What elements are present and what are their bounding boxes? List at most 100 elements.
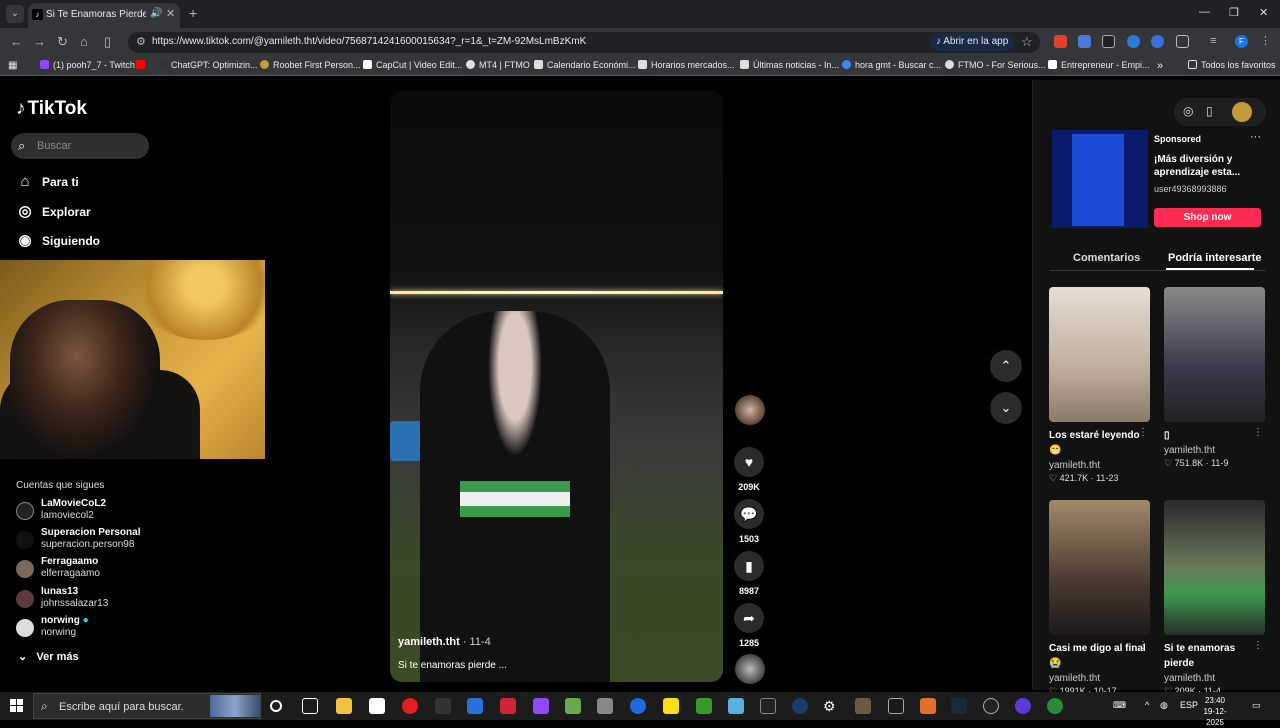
suggested-video-card[interactable]: Casi me digo al final 😭 yamileth.tht ♡ 1…: [1049, 500, 1150, 697]
close-tab-icon[interactable]: ✕: [166, 7, 175, 20]
see-more-button[interactable]: ⌄ Ver más: [18, 650, 79, 663]
suggested-video-card[interactable]: Los estaré leyendo 😁 yamileth.tht ♡ 421.…: [1049, 287, 1150, 484]
back-icon[interactable]: ←: [10, 34, 23, 49]
tab-comments[interactable]: Comentarios: [1073, 252, 1140, 264]
ad-title[interactable]: ¡Más diversión y aprendizaje esta...: [1154, 153, 1254, 179]
bookmark-star-icon[interactable]: ☆: [1021, 34, 1033, 50]
app-icon[interactable]: [855, 698, 871, 714]
bookmark-item[interactable]: Últimas noticias - In...: [740, 60, 839, 70]
clock[interactable]: 23:40 19-12-2025: [1195, 695, 1235, 728]
twitch-icon[interactable]: [533, 698, 549, 714]
previous-video-button[interactable]: ⌃: [990, 350, 1022, 382]
tiktok-app-icon[interactable]: [888, 698, 904, 714]
profile-avatar[interactable]: [1232, 102, 1252, 122]
extension-icon-4[interactable]: [1127, 35, 1140, 48]
card-menu-icon[interactable]: ⋮: [1253, 640, 1263, 651]
app-icon[interactable]: [597, 698, 613, 714]
app-icon[interactable]: [565, 698, 581, 714]
notepad-icon[interactable]: [369, 698, 385, 714]
reload-icon[interactable]: ↻: [57, 34, 68, 50]
suggested-video-card[interactable]: ▯ yamileth.tht ♡ 751.8K · 11-9 ⋮: [1164, 287, 1265, 469]
taskbar-search-input[interactable]: ⌕ Escribe aquí para buscar.: [33, 693, 261, 719]
steam-icon[interactable]: [951, 698, 967, 714]
nav-explorar[interactable]: ◎ Explorar: [16, 202, 90, 220]
capcut-icon[interactable]: [760, 698, 776, 714]
nav-siguiendo[interactable]: ◉ Siguiendo: [16, 231, 100, 249]
cortana-icon[interactable]: [270, 700, 282, 712]
app-icon[interactable]: [500, 698, 516, 714]
open-in-app-button[interactable]: ♪ Abrir en la app: [930, 33, 1014, 51]
window-close-icon[interactable]: ✕: [1259, 6, 1268, 19]
extension-icon-5[interactable]: [1151, 35, 1164, 48]
extension-icon-3[interactable]: [1102, 35, 1115, 48]
creator-avatar[interactable]: [735, 395, 765, 425]
more-bookmarks-icon[interactable]: »: [1157, 60, 1163, 72]
extensions-puzzle-icon[interactable]: [1176, 35, 1189, 48]
bookmark-item[interactable]: FTMO - For Serious...: [945, 60, 1046, 70]
bookmark-item[interactable]: [136, 60, 149, 70]
bookmark-item[interactable]: (1) pooh7_7 - Twitch: [40, 60, 135, 70]
phone-icon[interactable]: ▯: [1206, 104, 1213, 118]
opera-icon[interactable]: [402, 698, 418, 714]
app-icon[interactable]: [728, 698, 744, 714]
bookmark-item[interactable]: Entrepreneur - Empi...: [1048, 60, 1150, 70]
compass-icon[interactable]: ◎: [1183, 104, 1193, 118]
reading-list-icon[interactable]: ≡: [1210, 35, 1223, 48]
card-menu-icon[interactable]: ⋮: [1253, 427, 1263, 438]
video-author[interactable]: yamileth.tht · 11-4: [398, 636, 491, 648]
ad-more-icon[interactable]: ···: [1250, 131, 1261, 143]
zoom-icon[interactable]: [630, 698, 646, 714]
bookmark-item[interactable]: Calendario Económi...: [534, 60, 636, 70]
search-input[interactable]: ⌕ Buscar: [11, 133, 149, 159]
speaker-icon[interactable]: 🔊: [150, 8, 162, 19]
card-menu-icon[interactable]: ⋮: [1138, 427, 1148, 438]
split-view-icon[interactable]: ▯: [104, 34, 111, 50]
extension-icon-2[interactable]: [1078, 35, 1091, 48]
file-explorer-icon[interactable]: [336, 698, 352, 714]
app-icon[interactable]: [983, 698, 999, 714]
active-tab[interactable]: ♪ Si Te Enamoras Pierdes: Re 🔊 ✕: [28, 3, 180, 28]
menu-kebab-icon[interactable]: ⋮: [1260, 35, 1273, 48]
following-account[interactable]: lunas13 johnssalazar13: [16, 586, 146, 614]
task-view-icon[interactable]: [302, 698, 318, 714]
app-icon[interactable]: [1015, 698, 1031, 714]
windows-start-icon[interactable]: [10, 699, 24, 713]
following-account[interactable]: LaMovieCoL2 lamoviecol2: [16, 498, 146, 526]
next-video-button[interactable]: ⌄: [990, 392, 1022, 424]
app-icon[interactable]: [792, 698, 808, 714]
chrome-icon[interactable]: [1047, 698, 1063, 714]
tiktok-logo[interactable]: ♪ TikTok: [16, 98, 87, 120]
extension-icon-1[interactable]: [1054, 35, 1067, 48]
ad-user[interactable]: user49368993886: [1154, 184, 1227, 194]
save-action[interactable]: ▮ 8987: [734, 551, 764, 596]
video-description[interactable]: Si te enamoras pierde ...: [398, 660, 507, 671]
suggested-video-card[interactable]: Si te enamoras pierde yamileth.tht ♡ 209…: [1164, 500, 1265, 697]
tray-chevron-icon[interactable]: ^: [1145, 700, 1149, 710]
address-bar[interactable]: ⚙ https://www.tiktok.com/@yamileth.tht/v…: [128, 32, 1040, 53]
bookmark-item[interactable]: ChatGPT: Optimizin...: [158, 60, 258, 70]
nav-para-ti[interactable]: ⌂ Para ti: [16, 173, 78, 190]
forward-icon[interactable]: →: [33, 34, 46, 49]
minecraft-icon[interactable]: [696, 698, 712, 714]
video-player[interactable]: [390, 91, 723, 682]
network-icon[interactable]: ◍: [1160, 700, 1168, 711]
bookmark-item[interactable]: hora gmt - Buscar c...: [842, 60, 941, 70]
shop-now-button[interactable]: Shop now: [1154, 208, 1261, 227]
keyboard-tray-icon[interactable]: ⌨: [1113, 700, 1126, 711]
following-account[interactable]: norwing ● norwing: [16, 615, 146, 643]
settings-gear-icon[interactable]: ⚙: [823, 698, 839, 714]
copilot-icon[interactable]: [467, 698, 483, 714]
notifications-icon[interactable]: ▭: [1252, 700, 1261, 711]
tab-suggested[interactable]: Podría interesarte: [1168, 252, 1262, 264]
restore-icon[interactable]: ❐: [1229, 6, 1239, 19]
music-disc-icon[interactable]: [735, 654, 765, 684]
bookmark-item[interactable]: Roobet First Person...: [260, 60, 361, 70]
like-action[interactable]: ♥ 209K: [734, 447, 764, 492]
share-action[interactable]: ➦ 1285: [734, 603, 764, 648]
bookmark-item[interactable]: Horarios mercados...: [638, 60, 735, 70]
profile-avatar-icon[interactable]: F: [1235, 35, 1248, 48]
apps-grid-icon[interactable]: ▦: [8, 60, 17, 71]
following-account[interactable]: Ferragaamo elferragaamo: [16, 556, 146, 584]
home-icon[interactable]: ⌂: [80, 34, 88, 49]
tab-search-button[interactable]: ⌄: [6, 5, 24, 23]
